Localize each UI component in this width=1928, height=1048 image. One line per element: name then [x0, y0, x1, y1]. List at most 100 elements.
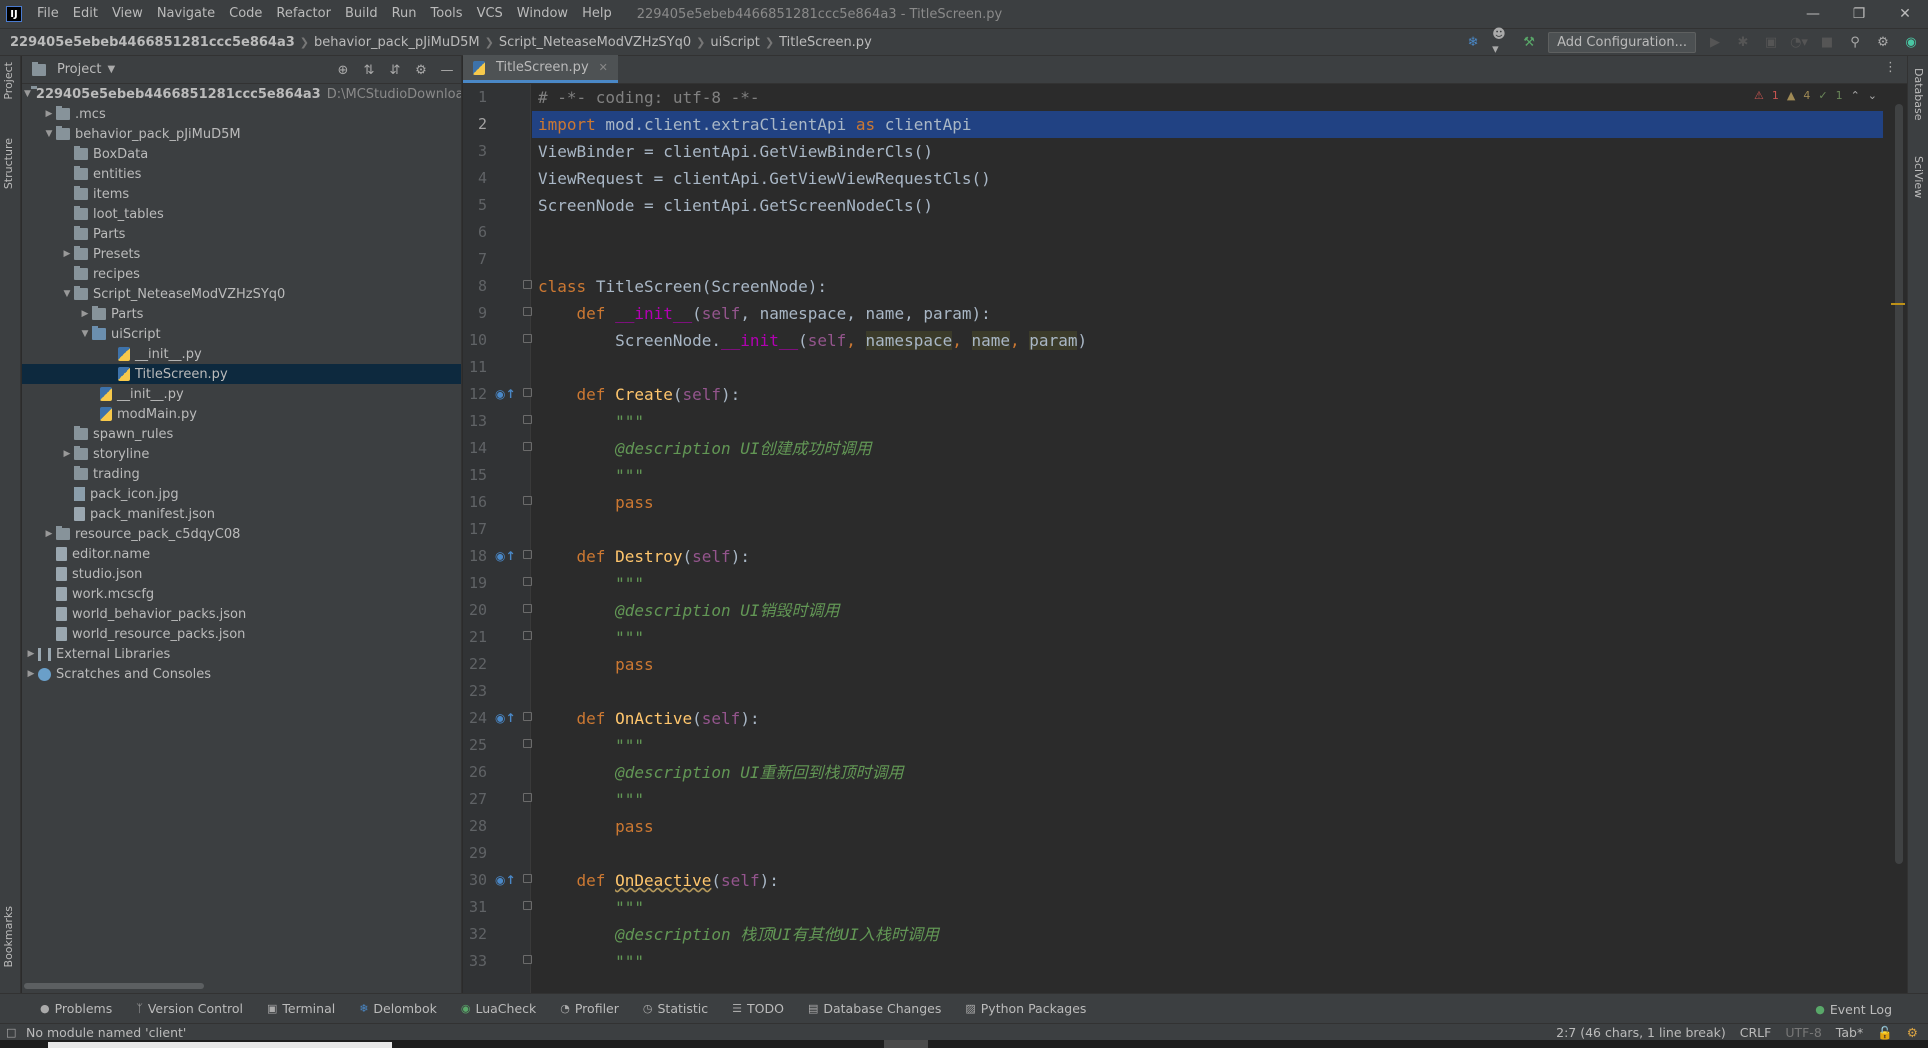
- tab-titlescreen[interactable]: TitleScreen.py ✕: [463, 55, 618, 83]
- minimize-icon[interactable]: —: [1790, 0, 1836, 28]
- tree-item-titlescreen[interactable]: TitleScreen.py: [22, 364, 461, 384]
- menu-vcs[interactable]: VCS: [470, 0, 510, 28]
- stripe-sciview-tab[interactable]: SciView: [1912, 156, 1925, 198]
- fold-marker-icon[interactable]: [523, 388, 532, 397]
- tool-tab-luacheck[interactable]: ◉ LuaCheck: [451, 995, 546, 1023]
- build-hammer-icon[interactable]: ⚒: [1520, 33, 1538, 51]
- override-method-icon[interactable]: ◉↑: [495, 867, 516, 894]
- fold-marker-icon[interactable]: [523, 577, 532, 586]
- breadcrumb-script-folder[interactable]: Script_NeteaseModVZHzSYq0: [499, 35, 691, 50]
- tool-tab-terminal[interactable]: ▣ Terminal: [257, 995, 345, 1023]
- menu-build[interactable]: Build: [338, 0, 385, 28]
- override-method-icon[interactable]: ◉↑: [495, 381, 516, 408]
- menu-file[interactable]: File: [30, 0, 66, 28]
- caret-position[interactable]: 2:7 (46 chars, 1 line break): [1556, 1025, 1726, 1040]
- tool-tab-problems[interactable]: ● Problems: [30, 995, 122, 1023]
- menu-view[interactable]: View: [105, 0, 150, 28]
- chevron-up-icon[interactable]: ⌃: [1851, 89, 1860, 102]
- plugin-logo-icon[interactable]: ◉: [1902, 33, 1920, 51]
- menu-help[interactable]: Help: [575, 0, 619, 28]
- stripe-project-tab[interactable]: Project: [2, 62, 15, 100]
- vertical-scrollbar[interactable]: [1895, 104, 1903, 864]
- profile-icon[interactable]: ◔▾: [1790, 33, 1808, 51]
- more-vertical-icon[interactable]: ⋮: [1884, 60, 1897, 75]
- fold-marker-icon[interactable]: [523, 334, 532, 343]
- file-encoding[interactable]: UTF-8: [1785, 1025, 1821, 1040]
- chevron-right-icon[interactable]: ▶: [24, 649, 38, 659]
- stop-icon[interactable]: ■: [1818, 33, 1836, 51]
- tree-item-editor-name[interactable]: editor.name: [22, 544, 461, 564]
- debug-icon[interactable]: ✱: [1734, 33, 1752, 51]
- coverage-icon[interactable]: ▣: [1762, 33, 1780, 51]
- tree-item-scratches[interactable]: ▶ Scratches and Consoles: [22, 664, 461, 684]
- chevron-down-icon[interactable]: ⌄: [1868, 89, 1877, 102]
- fold-marker-icon[interactable]: [523, 955, 532, 964]
- fold-marker-icon[interactable]: [523, 712, 532, 721]
- fold-marker-icon[interactable]: [523, 901, 532, 910]
- fold-marker-icon[interactable]: [523, 604, 532, 613]
- fold-marker-icon[interactable]: [523, 631, 532, 640]
- tree-item-items[interactable]: items: [22, 184, 461, 204]
- chevron-down-icon[interactable]: ▼: [78, 329, 92, 339]
- breadcrumb-uiscript[interactable]: uiScript: [710, 35, 760, 50]
- chevron-right-icon[interactable]: ▶: [60, 249, 74, 259]
- fold-marker-icon[interactable]: [523, 874, 532, 883]
- fold-marker-icon[interactable]: [523, 793, 532, 802]
- chevron-right-icon[interactable]: ▶: [42, 109, 56, 119]
- indent-setting[interactable]: Tab*: [1836, 1025, 1863, 1040]
- chevron-down-icon[interactable]: ▼: [60, 289, 74, 299]
- tree-item-world-resource-packs[interactable]: world_resource_packs.json: [22, 624, 461, 644]
- lock-icon[interactable]: 🔓: [1877, 1025, 1893, 1041]
- breadcrumb-behavior-pack[interactable]: behavior_pack_pJiMuD5M: [314, 35, 480, 50]
- fold-marker-icon[interactable]: [523, 496, 532, 505]
- tree-item-uiscript[interactable]: ▼ uiScript: [22, 324, 461, 344]
- notifications-icon[interactable]: ⚙: [1907, 1025, 1918, 1040]
- tree-item-mcs[interactable]: ▶ .mcs: [22, 104, 461, 124]
- chevron-right-icon[interactable]: ▶: [60, 449, 74, 459]
- override-method-icon[interactable]: ◉↑: [495, 543, 516, 570]
- scrollbar-thumb[interactable]: [1895, 104, 1903, 864]
- menu-run[interactable]: Run: [385, 0, 424, 28]
- tree-item-pack-manifest[interactable]: pack_manifest.json: [22, 504, 461, 524]
- fold-marker-icon[interactable]: [523, 739, 532, 748]
- tool-tab-python-packages[interactable]: ▨ Python Packages: [955, 995, 1096, 1023]
- locate-target-icon[interactable]: ⊕: [335, 60, 351, 80]
- tree-item-trading[interactable]: trading: [22, 464, 461, 484]
- expand-all-icon[interactable]: ⇅: [361, 60, 377, 80]
- project-view-selector[interactable]: Project: [57, 62, 101, 77]
- warning-stripe-marker[interactable]: [1891, 303, 1905, 305]
- tree-item-resource-pack[interactable]: ▶ resource_pack_c5dqyC08: [22, 524, 461, 544]
- tree-item-storyline[interactable]: ▶ storyline: [22, 444, 461, 464]
- tree-item-studio-json[interactable]: studio.json: [22, 564, 461, 584]
- chevron-down-icon[interactable]: ▼: [42, 129, 56, 139]
- tool-tab-version-control[interactable]: ᛉ Version Control: [126, 995, 253, 1023]
- chevron-down-icon[interactable]: ▼: [24, 89, 31, 99]
- chevron-right-icon[interactable]: ▶: [42, 529, 56, 539]
- chevron-right-icon[interactable]: ▶: [24, 669, 38, 679]
- tree-item-pack-icon[interactable]: pack_icon.jpg: [22, 484, 461, 504]
- hide-panel-icon[interactable]: —: [439, 60, 455, 80]
- fold-marker-icon[interactable]: [523, 280, 532, 289]
- tree-item-parts[interactable]: Parts: [22, 224, 461, 244]
- line-separator[interactable]: CRLF: [1740, 1025, 1772, 1040]
- menu-edit[interactable]: Edit: [66, 0, 105, 28]
- user-icon[interactable]: ☻▾: [1492, 27, 1510, 57]
- status-message[interactable]: No module named 'client': [26, 1025, 186, 1040]
- tree-item-modmain[interactable]: modMain.py: [22, 404, 461, 424]
- fold-marker-icon[interactable]: [523, 307, 532, 316]
- tree-item-script-parts[interactable]: ▶ Parts: [22, 304, 461, 324]
- tree-item-presets[interactable]: ▶ Presets: [22, 244, 461, 264]
- tree-item-uiscript-init[interactable]: __init__.py: [22, 344, 461, 364]
- stripe-bookmarks-tab[interactable]: Bookmarks: [2, 906, 15, 967]
- add-configuration-button[interactable]: Add Configuration...: [1548, 31, 1696, 53]
- menu-navigate[interactable]: Navigate: [150, 0, 222, 28]
- breadcrumb-file[interactable]: TitleScreen.py: [779, 35, 872, 50]
- tree-item-loot-tables[interactable]: loot_tables: [22, 204, 461, 224]
- tree-item-external-libraries[interactable]: ▶ External Libraries: [22, 644, 461, 664]
- inspection-widget[interactable]: ⚠ 1 ▲ 4 ✓ 1 ⌃ ⌄: [1754, 89, 1877, 102]
- tree-item-script-init[interactable]: __init__.py: [22, 384, 461, 404]
- menu-window[interactable]: Window: [510, 0, 575, 28]
- run-icon[interactable]: ▶: [1706, 33, 1724, 51]
- tree-item-root[interactable]: ▼ 229405e5ebeb4466851281ccc5e864a3 D:\MC…: [22, 84, 461, 104]
- horizontal-scrollbar[interactable]: [24, 983, 204, 989]
